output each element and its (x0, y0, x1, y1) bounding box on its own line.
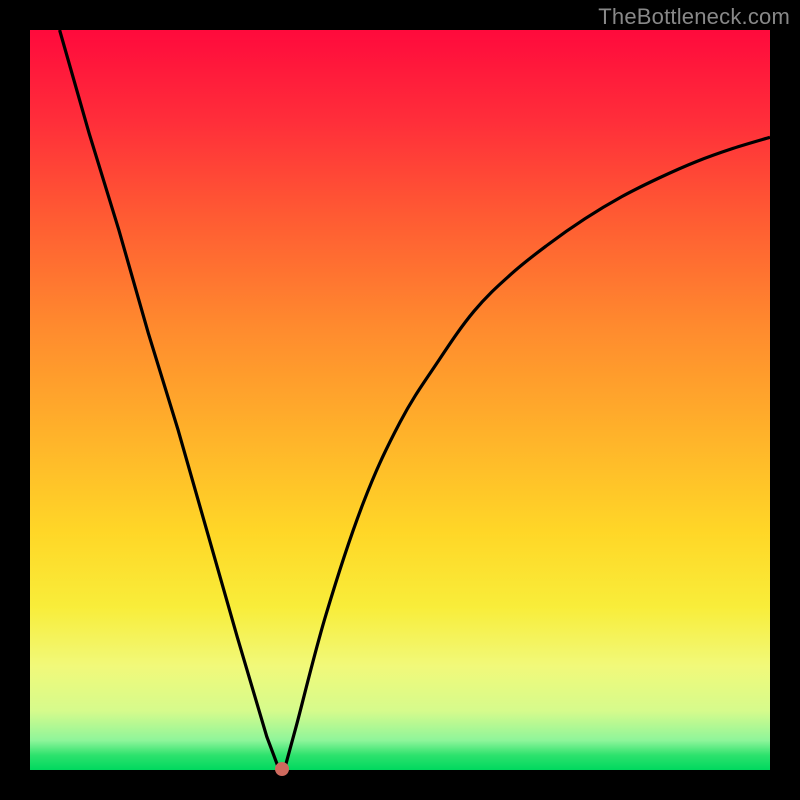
curve-path (60, 30, 770, 766)
chart-frame: TheBottleneck.com (0, 0, 800, 800)
watermark-text: TheBottleneck.com (598, 4, 790, 30)
curve-svg (30, 30, 770, 770)
plot-area (30, 30, 770, 770)
minimum-dot (275, 762, 289, 776)
